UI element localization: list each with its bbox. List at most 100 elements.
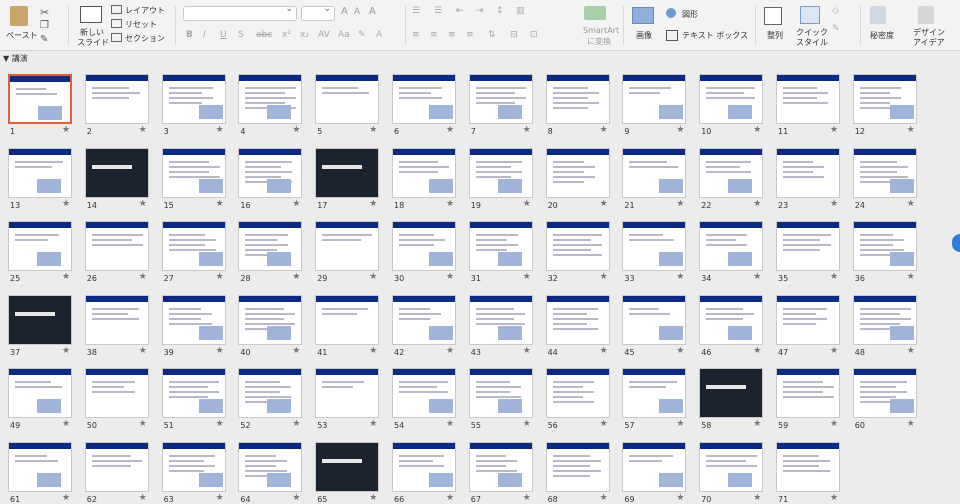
slide-thumbnail[interactable] <box>545 74 610 124</box>
slide-thumbnail[interactable] <box>315 368 380 419</box>
copy-icon[interactable]: ❐ <box>40 20 49 31</box>
font-color-icon[interactable]: A <box>376 30 382 40</box>
slide-thumbnail[interactable] <box>161 368 226 419</box>
slide-thumbnail[interactable] <box>699 221 764 272</box>
slide-thumbnail[interactable] <box>776 368 840 419</box>
cut-icon[interactable]: ✂ <box>40 6 49 19</box>
section-header[interactable]: ▼ 講演 <box>0 52 960 66</box>
slide-thumbnail[interactable] <box>8 294 72 345</box>
slide-thumbnail[interactable] <box>699 147 764 198</box>
shape-outline-icon[interactable]: ✎ <box>832 24 840 34</box>
slide-thumbnail[interactable] <box>8 221 72 272</box>
sensitivity-button[interactable]: 秘密度 <box>870 30 894 41</box>
slide-thumbnail[interactable] <box>161 442 226 492</box>
new-slide-icon[interactable] <box>80 6 102 23</box>
slide-thumbnail[interactable] <box>161 294 226 345</box>
smartart-button-line1[interactable]: SmartArt <box>583 26 619 35</box>
align-right-icon[interactable]: ≡ <box>448 30 456 40</box>
italic-icon[interactable]: I <box>203 30 206 40</box>
shrink-font-icon[interactable]: A <box>354 7 360 17</box>
text-direction-icon[interactable]: ⇅ <box>488 30 496 40</box>
shapes-icon[interactable] <box>666 8 676 18</box>
slide-thumbnail[interactable] <box>776 147 840 198</box>
slide-thumbnail[interactable] <box>161 221 226 272</box>
slide-thumbnail[interactable] <box>392 294 456 345</box>
slide-thumbnail[interactable] <box>468 221 533 272</box>
slide-thumbnail[interactable] <box>315 147 380 198</box>
align-left-icon[interactable]: ≡ <box>412 30 420 40</box>
slide-thumbnail[interactable] <box>776 294 840 345</box>
font-size-select[interactable] <box>301 4 335 21</box>
slide-thumbnail[interactable] <box>776 74 840 124</box>
slide-thumbnail[interactable] <box>545 294 610 345</box>
slide-thumbnail[interactable] <box>315 74 380 124</box>
slide-thumbnail[interactable] <box>8 147 72 198</box>
slide-thumbnail[interactable] <box>545 442 610 492</box>
slide-thumbnail[interactable] <box>84 221 149 272</box>
slide-thumbnail[interactable] <box>392 368 456 419</box>
slide-thumbnail[interactable] <box>84 147 149 198</box>
slide-thumbnail[interactable] <box>622 294 687 345</box>
slide-thumbnail[interactable] <box>84 368 149 419</box>
picture-icon[interactable] <box>632 7 654 24</box>
slide-thumbnail[interactable] <box>392 442 456 492</box>
align-center-icon[interactable]: ≡ <box>430 30 438 40</box>
quick-styles-icon[interactable] <box>800 6 820 24</box>
slide-thumbnail[interactable] <box>238 147 303 198</box>
slide-thumbnail[interactable] <box>545 147 610 198</box>
slide-thumbnail[interactable] <box>84 74 149 124</box>
justify-icon[interactable]: ≡ <box>466 30 474 40</box>
decrease-indent-icon[interactable]: ⇤ <box>456 6 464 16</box>
shape-fill-icon[interactable]: ◇ <box>832 6 839 16</box>
layout-button[interactable]: レイアウト <box>125 5 165 16</box>
slide-thumbnail[interactable] <box>238 442 303 492</box>
layout-icon[interactable] <box>111 5 122 14</box>
slide-thumbnail[interactable] <box>699 74 764 124</box>
slide-thumbnail[interactable] <box>622 221 687 272</box>
slide-thumbnail[interactable] <box>622 368 687 419</box>
text-box-options-icon[interactable]: ⊡ <box>530 30 538 40</box>
slide-thumbnail[interactable] <box>238 221 303 272</box>
textbox-button[interactable]: テキスト ボックス <box>682 30 748 41</box>
change-case-icon[interactable]: Aa <box>338 30 350 40</box>
slide-thumbnail[interactable] <box>852 74 917 124</box>
slide-thumbnail[interactable] <box>468 442 533 492</box>
slide-thumbnail[interactable] <box>468 294 533 345</box>
columns-icon[interactable]: ▥ <box>516 6 525 16</box>
numbering-icon[interactable]: ☰ <box>434 6 442 16</box>
shadow-icon[interactable]: S <box>238 30 244 40</box>
reset-button[interactable]: リセット <box>125 19 157 30</box>
section-button[interactable]: セクション <box>125 33 165 44</box>
format-painter-icon[interactable]: ✎ <box>40 34 48 45</box>
slide-thumbnail[interactable] <box>545 368 610 419</box>
floating-assistant-icon[interactable] <box>952 234 960 252</box>
clear-format-icon[interactable]: A <box>369 6 376 17</box>
designer-button-line2[interactable]: アイデア <box>913 37 945 48</box>
slide-thumbnail[interactable] <box>8 442 72 492</box>
reset-icon[interactable] <box>111 19 122 28</box>
increase-indent-icon[interactable]: ⇥ <box>476 6 484 16</box>
quick-styles-button-line2[interactable]: スタイル <box>796 37 828 48</box>
slide-thumbnail[interactable] <box>84 294 149 345</box>
slide-thumbnail[interactable] <box>468 368 533 419</box>
slide-thumbnail[interactable] <box>315 221 380 272</box>
slide-thumbnail[interactable] <box>622 442 687 492</box>
smartart-button-line2[interactable]: に変換 <box>587 36 611 47</box>
slide-thumbnail[interactable] <box>699 294 764 345</box>
slide-thumbnail[interactable] <box>238 368 303 419</box>
slide-thumbnail[interactable] <box>84 442 149 492</box>
designer-icon[interactable] <box>918 6 934 24</box>
arrange-button[interactable]: 整列 <box>767 30 783 41</box>
slide-thumbnail[interactable] <box>852 147 917 198</box>
shapes-button[interactable]: 図形 <box>682 9 698 20</box>
slide-thumbnail[interactable] <box>545 221 610 272</box>
slide-thumbnail[interactable] <box>238 294 303 345</box>
align-text-icon[interactable]: ⊟ <box>510 30 518 40</box>
slide-thumbnail[interactable] <box>622 147 687 198</box>
slide-thumbnail[interactable] <box>468 147 533 198</box>
slide-thumbnail[interactable] <box>8 74 72 124</box>
slide-thumbnail[interactable] <box>392 221 456 272</box>
slide-thumbnail[interactable] <box>852 294 917 345</box>
font-name-select[interactable] <box>183 4 297 21</box>
subscript-icon[interactable]: x₂ <box>300 30 309 40</box>
